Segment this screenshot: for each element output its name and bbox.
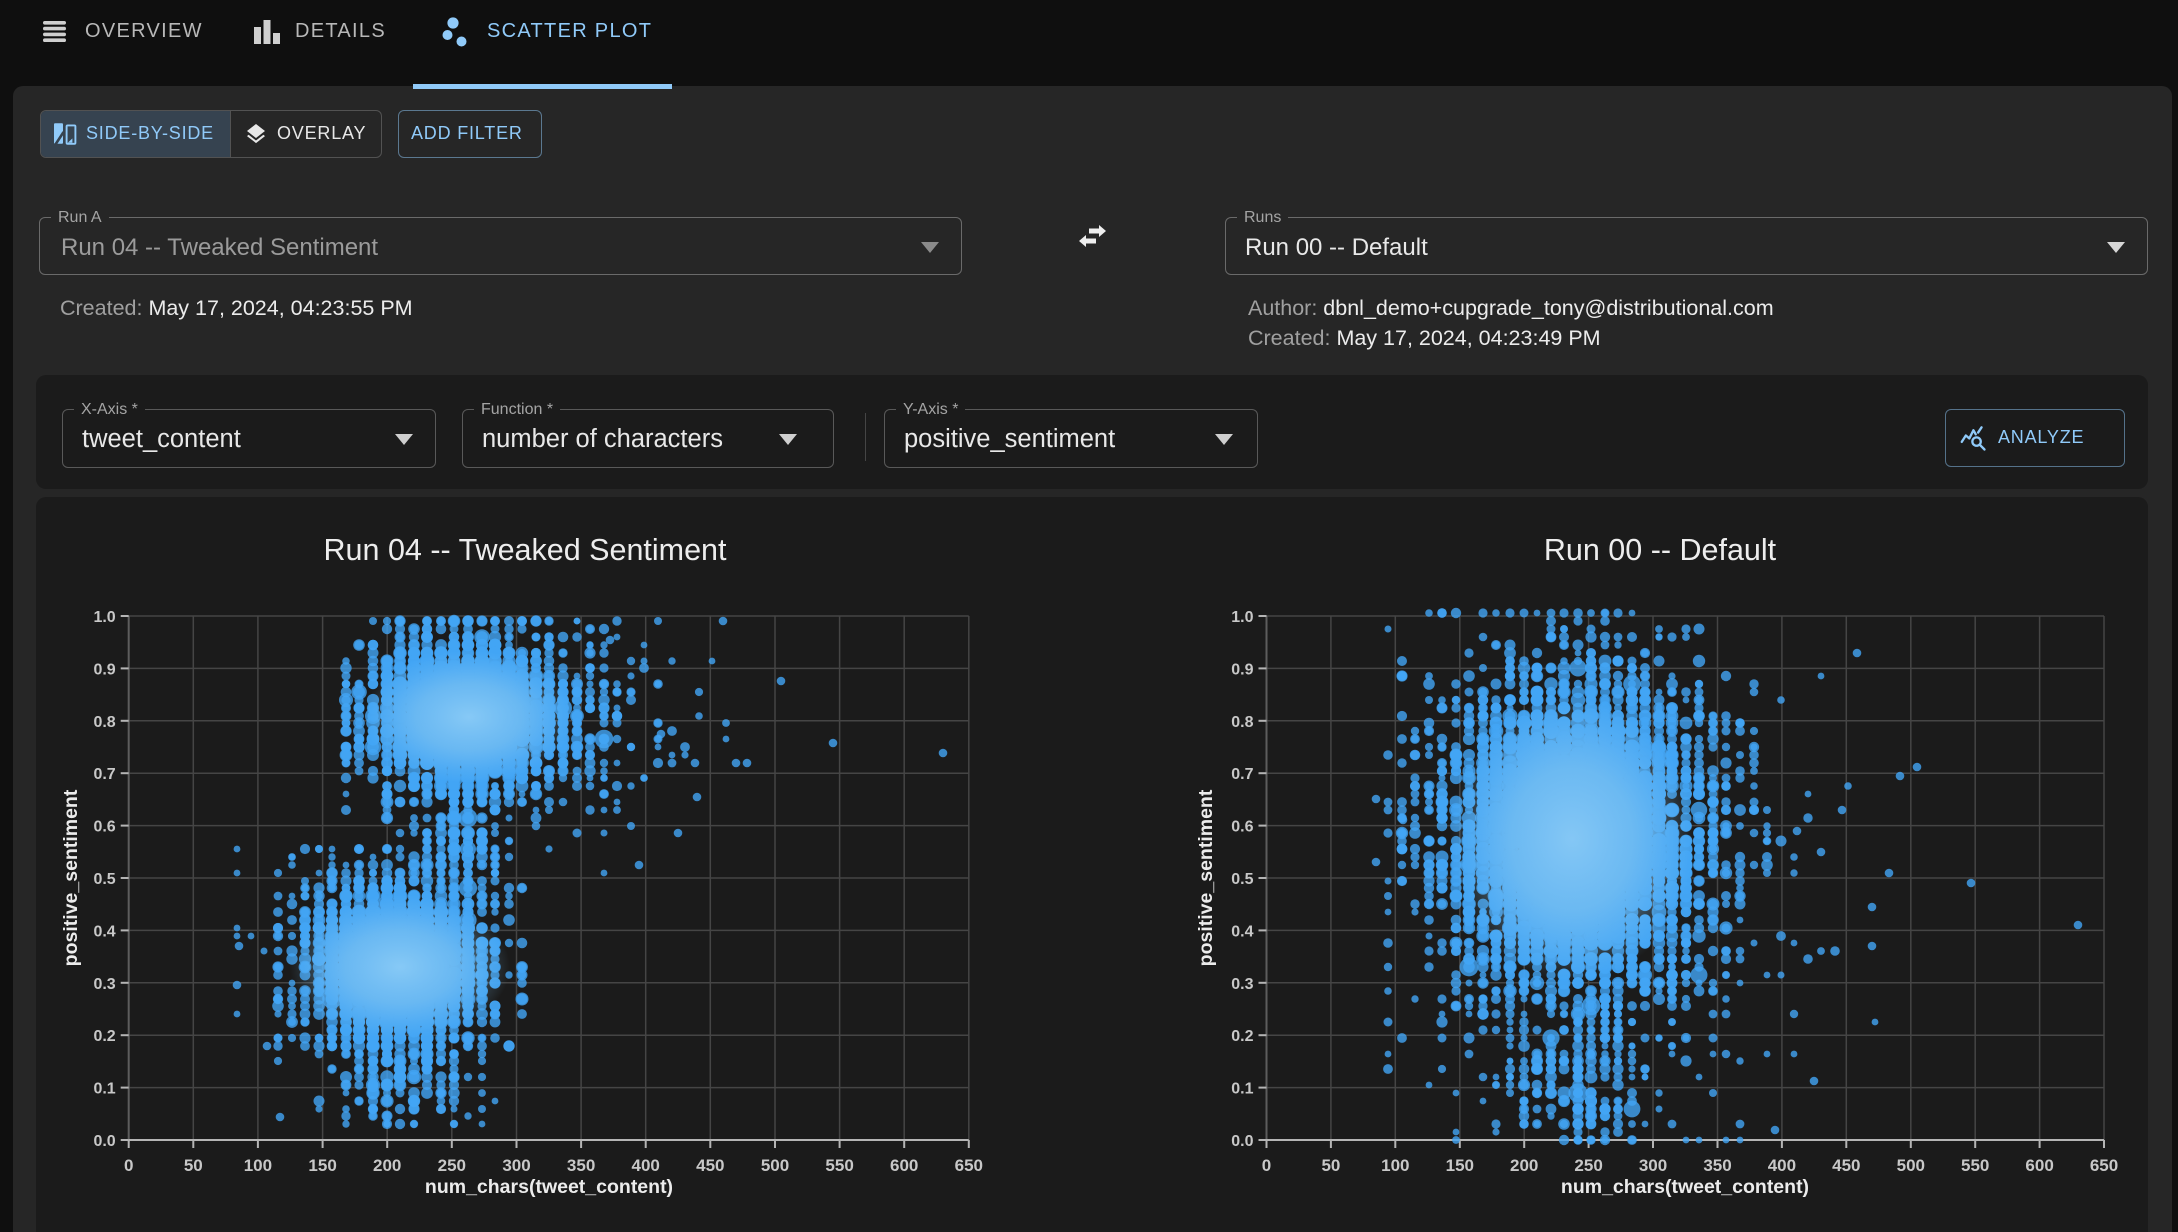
svg-text:0.7: 0.7 (1231, 766, 1253, 783)
svg-text:0.5: 0.5 (93, 871, 115, 888)
svg-text:0.9: 0.9 (93, 661, 115, 678)
svg-text:0: 0 (124, 1156, 133, 1175)
svg-text:0.6: 0.6 (93, 819, 115, 836)
svg-text:500: 500 (1897, 1156, 1925, 1175)
svg-text:100: 100 (244, 1156, 272, 1175)
svg-text:450: 450 (696, 1156, 724, 1175)
svg-text:550: 550 (1961, 1156, 1989, 1175)
svg-text:150: 150 (1446, 1156, 1474, 1175)
svg-text:450: 450 (1832, 1156, 1860, 1175)
svg-text:200: 200 (373, 1156, 401, 1175)
svg-text:400: 400 (1768, 1156, 1796, 1175)
svg-text:50: 50 (184, 1156, 203, 1175)
svg-text:0.3: 0.3 (93, 976, 115, 993)
svg-text:0.3: 0.3 (1231, 976, 1253, 993)
svg-text:positive_sentiment: positive_sentiment (60, 789, 82, 966)
svg-text:0.2: 0.2 (1231, 1028, 1253, 1045)
svg-text:350: 350 (1703, 1156, 1731, 1175)
svg-text:300: 300 (502, 1156, 530, 1175)
svg-text:0.1: 0.1 (93, 1081, 115, 1098)
svg-text:300: 300 (1639, 1156, 1667, 1175)
svg-text:600: 600 (890, 1156, 918, 1175)
svg-text:200: 200 (1510, 1156, 1538, 1175)
svg-text:0.0: 0.0 (1231, 1133, 1253, 1150)
svg-text:0.9: 0.9 (1231, 661, 1253, 678)
svg-text:0.5: 0.5 (1231, 871, 1253, 888)
svg-text:100: 100 (1381, 1156, 1409, 1175)
svg-text:1.0: 1.0 (1231, 609, 1253, 626)
svg-text:1.0: 1.0 (93, 609, 115, 626)
svg-text:500: 500 (761, 1156, 789, 1175)
svg-text:0.2: 0.2 (93, 1028, 115, 1045)
svg-text:50: 50 (1321, 1156, 1340, 1175)
svg-text:0.8: 0.8 (93, 714, 115, 731)
svg-text:350: 350 (567, 1156, 595, 1175)
svg-text:0.0: 0.0 (93, 1133, 115, 1150)
svg-text:0.6: 0.6 (1231, 819, 1253, 836)
svg-text:550: 550 (825, 1156, 853, 1175)
svg-text:650: 650 (955, 1156, 983, 1175)
svg-text:0.4: 0.4 (93, 923, 115, 940)
svg-text:num_chars(tweet_content): num_chars(tweet_content) (425, 1176, 673, 1198)
svg-text:650: 650 (2090, 1156, 2118, 1175)
svg-text:0.1: 0.1 (1231, 1081, 1253, 1098)
svg-text:0.4: 0.4 (1231, 923, 1253, 940)
svg-text:0: 0 (1262, 1156, 1271, 1175)
svg-text:600: 600 (2025, 1156, 2053, 1175)
svg-text:400: 400 (632, 1156, 660, 1175)
svg-text:150: 150 (308, 1156, 336, 1175)
svg-text:0.8: 0.8 (1231, 714, 1253, 731)
svg-text:Run 04 -- Tweaked Sentiment: Run 04 -- Tweaked Sentiment (324, 533, 727, 567)
svg-text:250: 250 (1574, 1156, 1602, 1175)
svg-text:0.7: 0.7 (93, 766, 115, 783)
svg-text:250: 250 (438, 1156, 466, 1175)
